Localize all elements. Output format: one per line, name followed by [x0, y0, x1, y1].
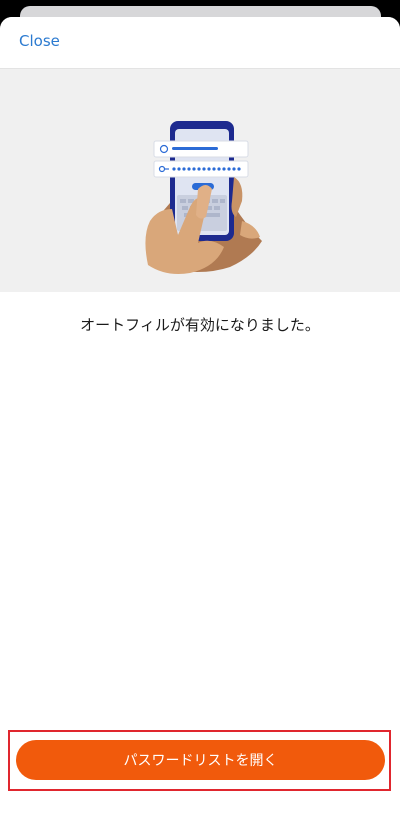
- hand-holding-phone-autofill-illustration: [145, 121, 262, 274]
- open-password-list-button[interactable]: パスワードリストを開く: [16, 740, 385, 780]
- primary-button-highlight: パスワードリストを開く: [8, 730, 391, 791]
- autofill-enabled-message: オートフィルが有効になりました。: [80, 316, 320, 334]
- hero-illustration-area: [0, 69, 400, 292]
- modal-sheet: Close オートフィルが有効になりました。 パスワードリストを開く: [0, 17, 400, 815]
- navigation-bar: Close: [0, 17, 400, 69]
- close-button[interactable]: Close: [19, 32, 60, 50]
